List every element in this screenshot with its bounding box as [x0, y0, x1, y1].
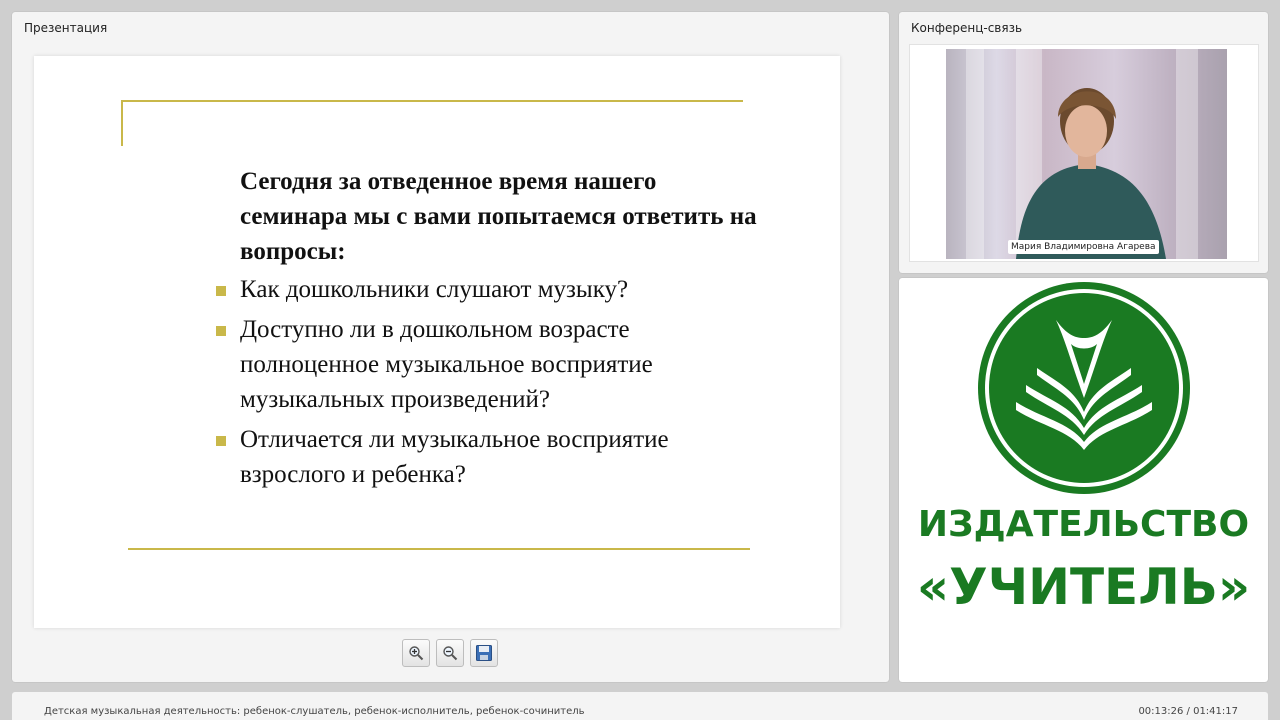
- slide-bullet-list: Как дошкольники слушают музыку? Доступно…: [214, 272, 754, 497]
- footer-bar: Детская музыкальная деятельность: ребено…: [12, 692, 1268, 720]
- slide-bullet-text: Отличается ли музыкальное восприятие взр…: [240, 426, 669, 488]
- presentation-panel-title: Презентация: [24, 21, 108, 35]
- zoom-out-button[interactable]: [436, 639, 464, 667]
- slide-heading: Сегодня за отведенное время нашего семин…: [240, 168, 757, 265]
- webcam-video[interactable]: Мария Владимировна Агарева: [946, 49, 1227, 259]
- bullet-square-icon: [216, 436, 226, 446]
- presentation-panel: Презентация Сегодня за отведенное время …: [12, 12, 889, 682]
- slide: Сегодня за отведенное время нашего семин…: [34, 56, 840, 628]
- slide-bottom-rule: [128, 548, 750, 550]
- slide-bullet: Отличается ли музыкальное восприятие взр…: [214, 422, 754, 492]
- slide-bullet: Как дошкольники слушают музыку?: [214, 272, 754, 307]
- zoom-in-button[interactable]: [402, 639, 430, 667]
- playback-time: 00:13:26 / 01:41:17: [1138, 706, 1238, 717]
- zoom-in-icon: [409, 646, 424, 661]
- bullet-square-icon: [216, 326, 226, 336]
- slide-bullet: Доступно ли в дошкольном возрасте полноц…: [214, 312, 754, 417]
- webinar-title: Детская музыкальная деятельность: ребено…: [44, 706, 585, 717]
- conference-panel: Конференц-связь Мария Владимировна Агаре…: [899, 12, 1268, 273]
- bullet-square-icon: [216, 286, 226, 296]
- save-icon: [476, 645, 492, 661]
- slide-bullet-text: Как дошкольники слушают музыку?: [240, 276, 629, 303]
- publisher-name-line1: ИЗДАТЕЛЬСТВО: [917, 504, 1250, 545]
- presentation-toolbar: [402, 639, 498, 669]
- save-button[interactable]: [470, 639, 498, 667]
- speaker-name-label: Мария Владимировна Агарева: [1008, 240, 1159, 254]
- video-frame: Мария Владимировна Агарева: [909, 44, 1259, 262]
- slide-top-rule-vertical: [121, 100, 123, 146]
- publisher-logo-panel: ИЗДАТЕЛЬСТВО «УЧИТЕЛЬ»: [899, 278, 1268, 682]
- conference-panel-title: Конференц-связь: [911, 21, 1023, 35]
- publisher-logo-emblem: [976, 280, 1192, 496]
- zoom-out-icon: [443, 646, 458, 661]
- publisher-name-line2: «УЧИТЕЛЬ»: [916, 558, 1251, 616]
- speaker-silhouette: [1016, 88, 1166, 259]
- slide-top-rule: [121, 100, 743, 102]
- slide-bullet-text: Доступно ли в дошкольном возрасте полноц…: [240, 316, 653, 413]
